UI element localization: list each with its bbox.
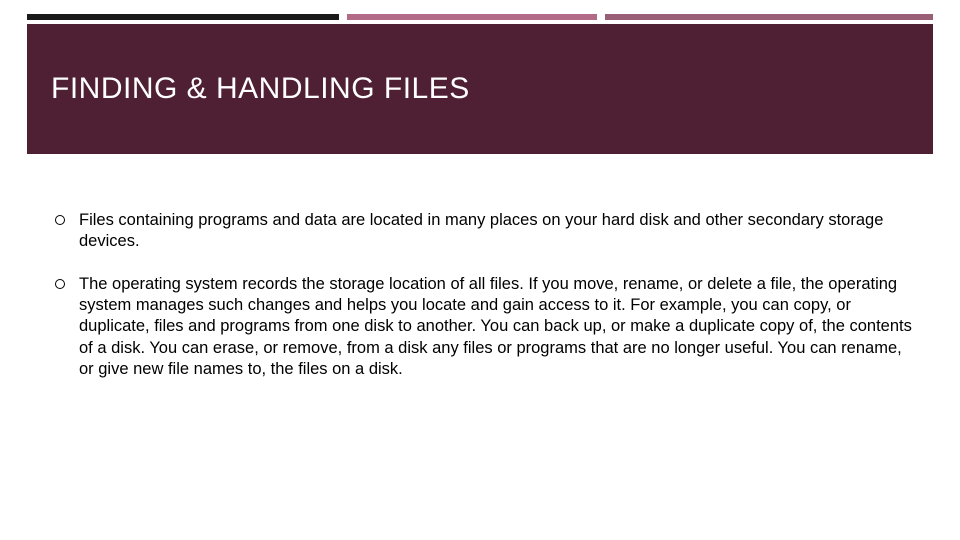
list-item: Files containing programs and data are l…: [55, 210, 915, 252]
bullet-list: Files containing programs and data are l…: [55, 210, 915, 402]
slide-title: FINDING & HANDLING FILES: [51, 72, 470, 106]
title-bar: FINDING & HANDLING FILES: [27, 24, 933, 154]
bullet-text: Files containing programs and data are l…: [79, 210, 915, 252]
accent-bar: [27, 14, 933, 20]
accent-segment-mid: [347, 14, 597, 20]
accent-segment-light: [605, 14, 933, 20]
bullet-marker-icon: [55, 275, 79, 381]
bullet-marker-icon: [55, 211, 79, 253]
bullet-text: The operating system records the storage…: [79, 274, 915, 380]
list-item: The operating system records the storage…: [55, 274, 915, 380]
accent-segment-dark: [27, 14, 339, 20]
